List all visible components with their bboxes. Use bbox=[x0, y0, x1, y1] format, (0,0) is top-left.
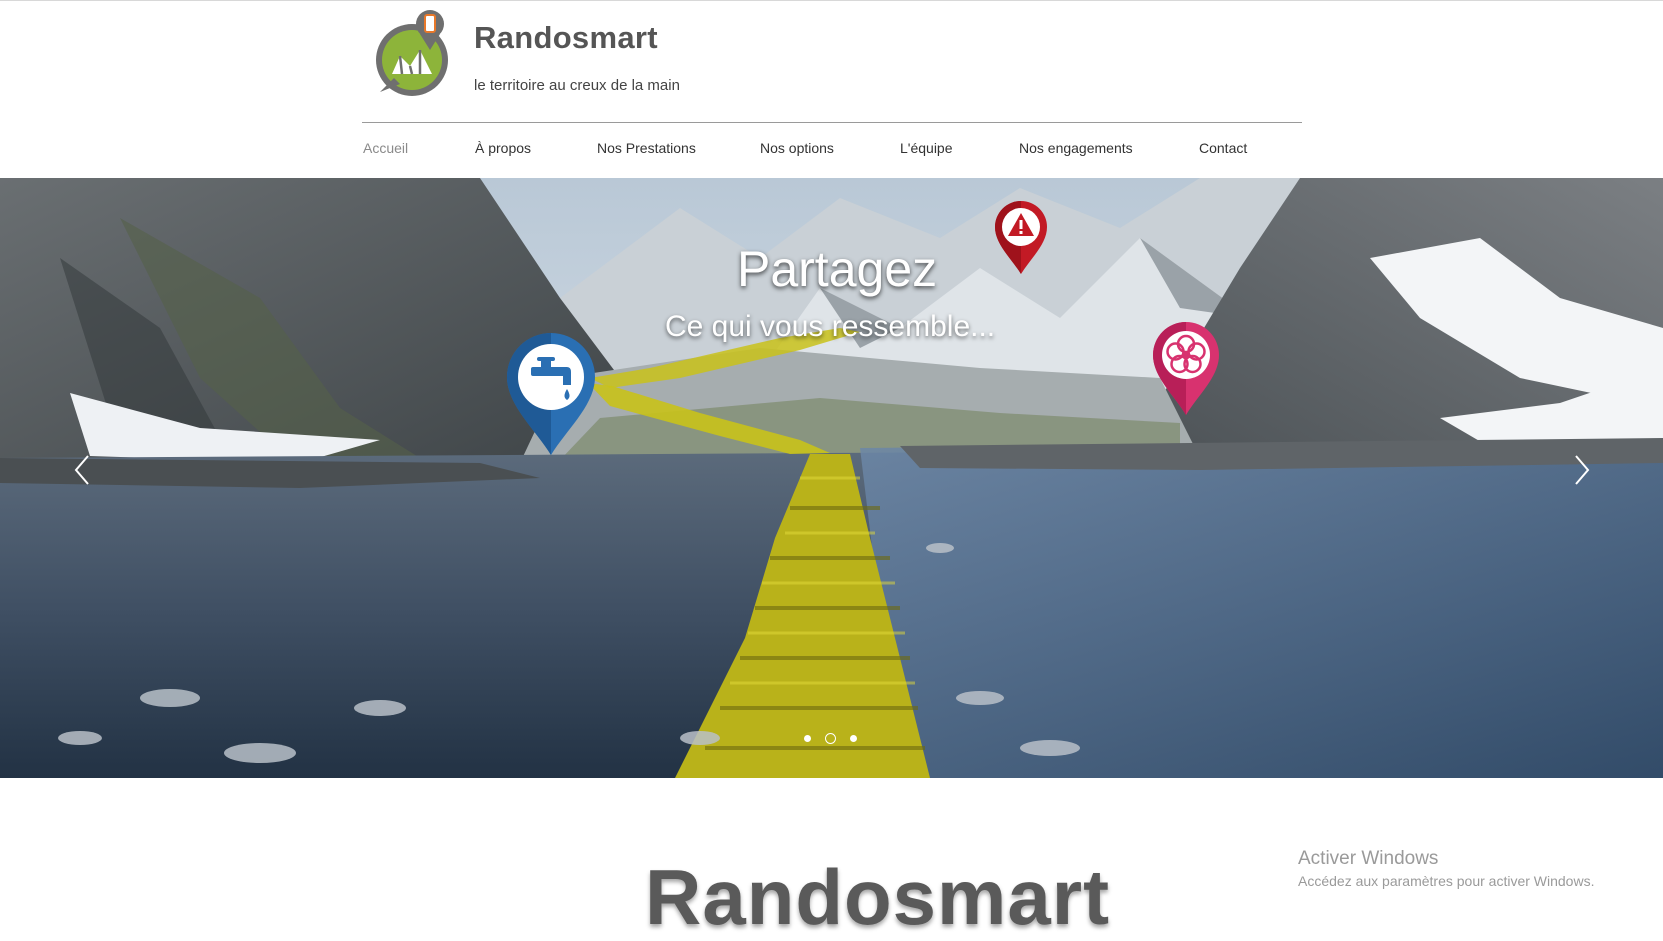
slide-dot-3[interactable] bbox=[850, 735, 857, 742]
chevron-right-icon[interactable] bbox=[1566, 450, 1596, 490]
slide-dot-2[interactable] bbox=[825, 733, 836, 744]
nav-item-nos-prestations[interactable]: Nos Prestations bbox=[597, 140, 696, 156]
nav-item-equipe[interactable]: L'équipe bbox=[900, 140, 953, 156]
main-heading: Randosmart bbox=[645, 853, 1111, 941]
top-border bbox=[0, 0, 1663, 1]
windows-activation-title: Activer Windows bbox=[1298, 848, 1439, 869]
chevron-left-icon[interactable] bbox=[68, 450, 98, 490]
windows-activation-subtitle: Accédez aux paramètres pour activer Wind… bbox=[1298, 873, 1595, 889]
hero-slideshow: Partagez Ce qui vous ressemble... bbox=[0, 178, 1663, 778]
tagline: le territoire au creux de la main bbox=[474, 77, 680, 94]
slide-title: Partagez bbox=[737, 241, 938, 297]
slide-dot-1[interactable] bbox=[804, 735, 811, 742]
nav-item-a-propos[interactable]: À propos bbox=[475, 140, 531, 156]
randosmart-logo[interactable] bbox=[372, 6, 452, 100]
water-tap-icon bbox=[507, 333, 595, 455]
nav-item-nos-options[interactable]: Nos options bbox=[760, 140, 834, 156]
brand-name[interactable]: Randosmart bbox=[474, 20, 658, 56]
nav-item-contact[interactable]: Contact bbox=[1199, 140, 1247, 156]
nav-item-nos-engagements[interactable]: Nos engagements bbox=[1019, 140, 1133, 156]
nav-item-accueil[interactable]: Accueil bbox=[363, 140, 408, 156]
warning-icon bbox=[995, 201, 1047, 274]
main-nav: Accueil À propos Nos Prestations Nos opt… bbox=[362, 130, 1302, 168]
flower-icon bbox=[1153, 322, 1219, 415]
header-divider bbox=[362, 122, 1302, 123]
slide-subtitle: Ce qui vous ressemble... bbox=[665, 310, 996, 343]
